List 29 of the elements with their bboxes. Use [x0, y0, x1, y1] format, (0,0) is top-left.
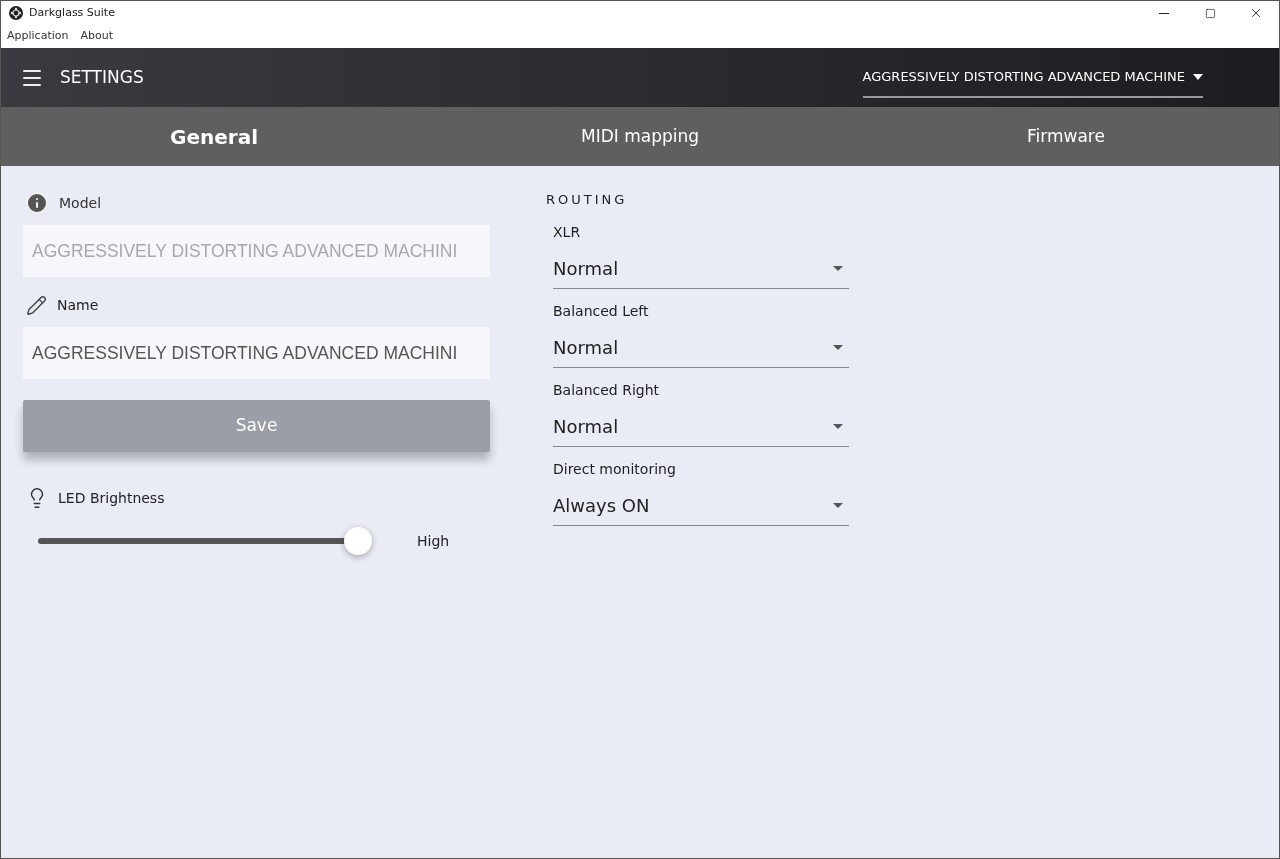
brightness-slider[interactable] [38, 527, 372, 555]
text-field[interactable]: AGGRESSIVELY DISTORTING ADVANCED MACHINI [23, 327, 490, 379]
select-label: XLR [553, 222, 582, 242]
info-icon [25, 191, 49, 215]
select-label: Direct monitoring [553, 459, 677, 479]
tab[interactable]: Firmware [853, 107, 1279, 166]
field-label: Model [59, 193, 102, 213]
app-logo-icon [9, 6, 23, 20]
tab[interactable]: General [1, 107, 427, 166]
select-label: Balanced Left [553, 301, 650, 321]
page-title: SETTINGS [60, 65, 144, 89]
field-label: Name [57, 295, 99, 315]
tab[interactable]: MIDI mapping [427, 107, 853, 166]
menu-item[interactable]: About [80, 28, 113, 45]
routing-select[interactable]: Always ON [553, 485, 849, 526]
routing-select[interactable]: Normal [553, 248, 849, 289]
routing-select[interactable]: Normal [553, 327, 849, 368]
minimize-icon [1159, 12, 1169, 14]
routing-select[interactable]: Normal [553, 406, 849, 447]
window-title: Darkglass Suite [29, 4, 115, 21]
close-icon [1249, 6, 1263, 20]
pencil-icon [26, 294, 47, 316]
maximize-icon [1204, 7, 1216, 19]
slider-value: High [417, 531, 450, 551]
menu-item[interactable]: Application [7, 28, 69, 45]
slider-label: LED Brightness [58, 488, 165, 508]
section-title: ROUTING [546, 191, 629, 209]
select-label: Balanced Right [553, 380, 661, 400]
device-dropdown[interactable]: AGGRESSIVELY DISTORTING ADVANCED MACHINE [862, 57, 1203, 98]
